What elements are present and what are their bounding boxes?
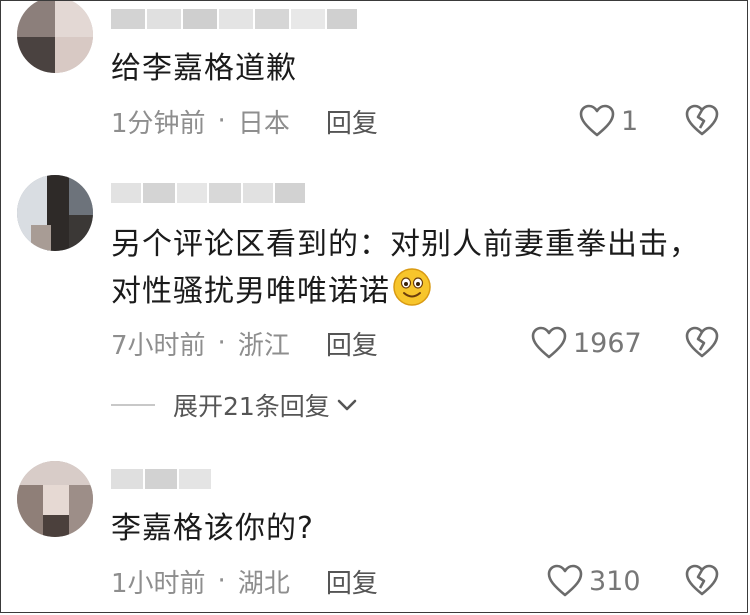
comment-meta: 1小时前 · 湖北 回复	[111, 563, 378, 599]
comment-time: 1小时前	[111, 568, 206, 599]
like-count: 1967	[573, 327, 642, 359]
avatar[interactable]	[17, 175, 93, 251]
chevron-down-icon	[337, 399, 357, 411]
meta-separator: ·	[217, 106, 226, 136]
expand-replies-button[interactable]: 展开21条回复	[111, 387, 358, 423]
comment-time: 7小时前	[111, 330, 206, 361]
reply-button[interactable]: 回复	[326, 563, 378, 600]
comment-meta: 7小时前 · 浙江 回复	[111, 325, 378, 361]
meta-separator: ·	[217, 566, 226, 596]
comment-meta: 1分钟前 · 日本 回复	[111, 103, 378, 139]
heart-outline-icon	[547, 564, 583, 597]
smiling-face-emoji	[393, 268, 431, 306]
comment-text: 给李嘉格道歉	[111, 47, 719, 91]
reply-button[interactable]: 回复	[326, 325, 378, 362]
broken-heart-icon[interactable]	[685, 103, 719, 137]
comment-list: 给李嘉格道歉 1分钟前 · 日本 回复 1 另个评论区看到的：对别人前妻重拳出击…	[0, 0, 748, 613]
like-count: 1	[621, 105, 639, 137]
comment-line: 另个评论区看到的：对别人前妻重拳出击，	[111, 227, 700, 262]
meta-separator: ·	[217, 328, 226, 358]
broken-heart-icon[interactable]	[685, 325, 719, 359]
avatar[interactable]	[17, 461, 93, 537]
comment-location: 日本	[237, 108, 290, 139]
like-button[interactable]: 310	[547, 563, 641, 599]
comment-location: 浙江	[237, 330, 290, 361]
username-blurred[interactable]	[111, 9, 357, 31]
reply-button[interactable]: 回复	[326, 103, 378, 140]
comment-line: 给李嘉格道歉	[111, 51, 297, 86]
comment-time: 1分钟前	[111, 108, 206, 139]
like-count: 310	[589, 565, 641, 597]
heart-outline-icon	[579, 104, 615, 137]
comment-line-with-emoji: 对性骚扰男唯唯诺诺	[111, 267, 719, 314]
avatar[interactable]	[17, 1, 93, 73]
comment-text: 另个评论区看到的：对别人前妻重拳出击， 对性骚扰男唯唯诺诺	[111, 223, 719, 314]
username-blurred[interactable]	[111, 469, 211, 491]
heart-outline-icon	[531, 326, 567, 359]
like-button[interactable]: 1967	[531, 325, 642, 361]
expand-divider	[111, 404, 155, 406]
comment-item: 李嘉格该你的? 1小时前 · 湖北 回复 310	[1, 441, 747, 612]
comment-line: 李嘉格该你的?	[111, 511, 314, 546]
comment-item: 给李嘉格道歉 1分钟前 · 日本 回复 1	[1, 1, 747, 161]
comment-text: 李嘉格该你的?	[111, 507, 719, 551]
comment-location: 湖北	[237, 568, 290, 599]
username-blurred[interactable]	[111, 183, 305, 205]
comment-line: 对性骚扰男唯唯诺诺	[111, 274, 390, 309]
like-button[interactable]: 1	[579, 103, 638, 139]
expand-replies-label: 展开21条回复	[173, 392, 330, 421]
broken-heart-icon[interactable]	[685, 563, 719, 597]
